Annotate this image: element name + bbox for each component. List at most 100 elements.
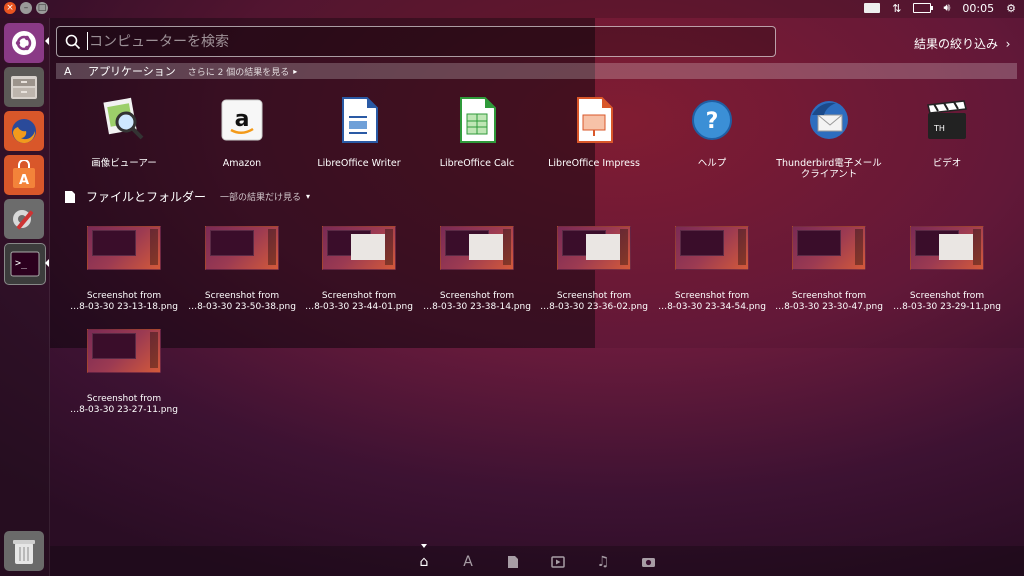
filter-results-button[interactable]: 結果の絞り込み › bbox=[914, 35, 1010, 52]
screenshot-thumbnail bbox=[910, 226, 984, 270]
file-result[interactable]: Screenshot from …8-03-30 23-34-54.png bbox=[652, 226, 772, 313]
file-name-line2: …8-03-30 23-38-14.png bbox=[423, 302, 531, 312]
ubuntu-logo-icon bbox=[12, 31, 36, 55]
app-label: Amazon bbox=[222, 158, 262, 169]
file-icon bbox=[65, 190, 75, 203]
files-lens-icon[interactable] bbox=[504, 553, 522, 571]
file-name-line2: …8-03-30 23-13-18.png bbox=[70, 302, 178, 312]
maximize-icon[interactable]: □ bbox=[36, 2, 48, 14]
applications-category-icon: A bbox=[64, 64, 72, 78]
app-result[interactable]: ? ヘルプ bbox=[652, 96, 772, 169]
file-name-line1: Screenshot from bbox=[791, 291, 867, 301]
file-result[interactable]: Screenshot from …8-03-30 23-13-18.png bbox=[64, 226, 184, 313]
battery-icon[interactable] bbox=[913, 3, 934, 13]
trash-icon bbox=[13, 540, 35, 564]
file-name-line2: …8-03-30 23-29-11.png bbox=[893, 302, 1001, 312]
file-name-label: Screenshot from …8-03-30 23-44-01.png bbox=[299, 291, 419, 313]
file-result[interactable]: Screenshot from …8-03-30 23-27-11.png bbox=[64, 329, 184, 416]
file-name-label: Screenshot from …8-03-30 23-13-18.png bbox=[64, 291, 184, 313]
libreoffice-impress-icon bbox=[570, 96, 618, 144]
file-cabinet-icon bbox=[11, 76, 37, 99]
home-lens-icon[interactable]: ⌂ bbox=[415, 553, 433, 571]
text-cursor bbox=[87, 32, 88, 50]
terminal-launcher-button[interactable]: >_ bbox=[4, 243, 46, 285]
app-result[interactable]: Thunderbird電子メール クライアント bbox=[769, 96, 889, 180]
file-result[interactable]: Screenshot from …8-03-30 23-44-01.png bbox=[299, 226, 419, 313]
file-name-line2: …8-03-30 23-27-11.png bbox=[70, 405, 178, 415]
dash-home-button[interactable] bbox=[4, 23, 44, 63]
app-result[interactable]: LibreOffice Calc bbox=[417, 96, 537, 169]
firefox-icon bbox=[12, 119, 36, 144]
settings-tools-icon bbox=[13, 210, 34, 230]
filter-results-label: 結果の絞り込み bbox=[914, 37, 999, 51]
window-controls: × – □ bbox=[4, 2, 48, 14]
music-lens-icon[interactable]: ♫ bbox=[594, 553, 612, 571]
thunderbird-icon bbox=[805, 96, 853, 144]
active-lens-indicator-icon bbox=[421, 544, 427, 548]
system-settings-launcher-button[interactable] bbox=[4, 199, 44, 239]
file-result[interactable]: Screenshot from …8-03-30 23-36-02.png bbox=[534, 226, 654, 313]
app-result[interactable]: LibreOffice Writer bbox=[299, 96, 419, 169]
help-icon: ? bbox=[688, 96, 736, 144]
chevron-right-icon: › bbox=[1001, 37, 1011, 51]
app-label: Thunderbird電子メール クライアント bbox=[776, 158, 882, 180]
screenshot-thumbnail bbox=[675, 226, 749, 270]
search-icon bbox=[65, 34, 81, 50]
screenshot-thumbnail bbox=[87, 226, 161, 270]
network-icon[interactable]: ⇅ bbox=[892, 2, 901, 15]
file-name-line1: Screenshot from bbox=[556, 291, 632, 301]
file-name-line1: Screenshot from bbox=[86, 394, 162, 404]
applications-category-title: アプリケーション bbox=[88, 65, 176, 78]
screenshot-thumbnail bbox=[205, 226, 279, 270]
applications-lens-icon[interactable]: A bbox=[459, 553, 477, 571]
file-result[interactable]: Screenshot from …8-03-30 23-29-11.png bbox=[887, 226, 1007, 313]
app-result[interactable]: a Amazon bbox=[182, 96, 302, 169]
app-label: LibreOffice Calc bbox=[439, 158, 515, 169]
app-label: 画像ビューアー bbox=[91, 158, 157, 169]
file-name-line1: Screenshot from bbox=[204, 291, 280, 301]
close-icon[interactable]: × bbox=[4, 2, 16, 14]
video-lens-icon[interactable] bbox=[549, 553, 567, 571]
firefox-launcher-button[interactable] bbox=[4, 111, 44, 151]
video-icon: TH bbox=[923, 96, 971, 144]
screenshot-thumbnail bbox=[440, 226, 514, 270]
file-name-line2: …8-03-30 23-30-47.png bbox=[775, 302, 883, 312]
libreoffice-calc-icon bbox=[453, 96, 501, 144]
file-name-line2: …8-03-30 23-44-01.png bbox=[305, 302, 413, 312]
app-label: LibreOffice Writer bbox=[317, 158, 401, 169]
applications-category-header: A アプリケーション さらに 2 個の結果を見る ▸ bbox=[56, 63, 1017, 79]
file-name-line1: Screenshot from bbox=[321, 291, 397, 301]
applications-see-more-link[interactable]: さらに 2 個の結果を見る bbox=[188, 65, 289, 78]
software-center-launcher-button[interactable]: A bbox=[4, 155, 44, 195]
gear-icon[interactable]: ⚙ bbox=[1006, 2, 1016, 15]
lens-bar bbox=[50, 546, 1024, 576]
svg-text:>_: >_ bbox=[15, 258, 28, 269]
shopping-bag-icon: A bbox=[13, 160, 35, 188]
minimize-icon[interactable]: – bbox=[20, 2, 32, 14]
trash-launcher-button[interactable] bbox=[4, 531, 44, 571]
keyboard-icon[interactable] bbox=[864, 3, 881, 13]
file-name-line2: …8-03-30 23-50-38.png bbox=[188, 302, 296, 312]
file-result[interactable]: Screenshot from …8-03-30 23-38-14.png bbox=[417, 226, 537, 313]
svg-text:TH: TH bbox=[933, 124, 945, 133]
search-input[interactable] bbox=[87, 30, 771, 54]
app-label: LibreOffice Impress bbox=[548, 158, 640, 169]
photos-lens-icon[interactable] bbox=[639, 553, 657, 571]
files-see-fewer-link[interactable]: 一部の結果だけ見る bbox=[220, 190, 301, 203]
files-category-title: ファイルとフォルダー bbox=[86, 190, 207, 204]
svg-text:?: ? bbox=[706, 109, 719, 134]
terminal-icon: >_ bbox=[10, 251, 40, 277]
app-result[interactable]: TH ビデオ bbox=[887, 96, 1007, 169]
svg-text:A: A bbox=[19, 173, 29, 188]
file-result[interactable]: Screenshot from …8-03-30 23-30-47.png bbox=[769, 226, 889, 313]
files-launcher-button[interactable] bbox=[4, 67, 44, 107]
clock[interactable]: 00:05 bbox=[962, 2, 994, 15]
app-result[interactable]: LibreOffice Impress bbox=[534, 96, 654, 169]
file-name-label: Screenshot from …8-03-30 23-50-38.png bbox=[182, 291, 302, 313]
running-indicator-icon bbox=[45, 259, 49, 267]
volume-icon[interactable]: 🔊︎ bbox=[943, 1, 950, 15]
app-result[interactable]: 画像ビューアー bbox=[64, 96, 184, 169]
file-result[interactable]: Screenshot from …8-03-30 23-50-38.png bbox=[182, 226, 302, 313]
file-name-line2: …8-03-30 23-34-54.png bbox=[658, 302, 766, 312]
libreoffice-writer-icon bbox=[335, 96, 383, 144]
